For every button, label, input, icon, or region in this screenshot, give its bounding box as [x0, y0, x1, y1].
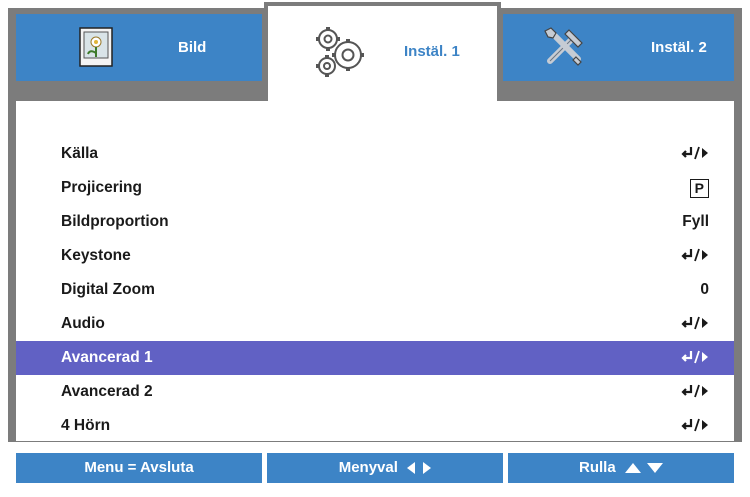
menu-item-digital-zoom[interactable]: Digital Zoom 0	[16, 273, 734, 307]
menu-item-label: Bildproportion	[61, 213, 169, 230]
gears-icon	[312, 24, 376, 85]
tab-instal-1[interactable]: Instäl. 1	[264, 2, 501, 109]
tab-label: Bild	[178, 39, 207, 56]
enter-arrow-icon	[681, 417, 709, 438]
menu-item-label: Projicering	[61, 179, 142, 196]
triangle-down-icon	[647, 463, 664, 474]
menu-item-value: P	[689, 179, 709, 198]
menu-item-keystone[interactable]: Keystone	[16, 239, 734, 273]
footer-scroll-label: Rulla	[578, 459, 616, 476]
menu-item-label: Audio	[61, 315, 105, 332]
triangle-up-icon	[624, 463, 641, 474]
enter-arrow-icon	[681, 349, 709, 370]
footer-nav[interactable]: Menyval	[267, 453, 503, 483]
menu-item-bildproportion[interactable]: Bildproportion Fyll	[16, 205, 734, 239]
menu-item-label: 4 Hörn	[61, 417, 111, 434]
menu-item-avancerad-1[interactable]: Avancerad 1	[16, 341, 734, 375]
triangle-right-icon	[423, 462, 432, 475]
menu-item-label: Digital Zoom	[61, 281, 155, 298]
footer-exit[interactable]: Menu = Avsluta	[16, 453, 262, 483]
picture-icon	[79, 27, 113, 71]
menu-panel: Källa Projicering P Bildproportion Fyll …	[16, 101, 734, 441]
tab-label: Instäl. 2	[651, 39, 707, 56]
enter-arrow-icon	[681, 383, 709, 404]
enter-arrow-icon	[681, 145, 709, 166]
menu-item-projicering[interactable]: Projicering P	[16, 171, 734, 205]
footer-nav-label: Menyval	[338, 459, 398, 476]
menu-item-label: Avancerad 2	[61, 383, 153, 400]
menu-item-audio[interactable]: Audio	[16, 307, 734, 341]
tab-label: Instäl. 1	[404, 43, 460, 60]
tools-icon	[542, 25, 586, 73]
tab-instal-2[interactable]: Instäl. 2	[503, 14, 734, 81]
menu-item-kalla[interactable]: Källa	[16, 137, 734, 171]
menu-item-avancerad-2[interactable]: Avancerad 2	[16, 375, 734, 409]
menu-item-label: Keystone	[61, 247, 131, 264]
enter-arrow-icon	[681, 315, 709, 336]
menu-item-4-horn[interactable]: 4 Hörn	[16, 409, 734, 443]
tab-bild[interactable]: Bild	[16, 14, 262, 81]
projection-mode-badge: P	[689, 179, 709, 198]
menu-item-label: Källa	[61, 145, 99, 162]
triangle-left-icon	[407, 462, 416, 475]
menu-item-value: 0	[700, 281, 709, 298]
footer-scroll[interactable]: Rulla	[508, 453, 734, 483]
menu-item-label: Avancerad 1	[61, 349, 153, 366]
menu-item-value: Fyll	[682, 213, 709, 230]
enter-arrow-icon	[681, 247, 709, 268]
footer-exit-label: Menu = Avsluta	[84, 459, 194, 476]
